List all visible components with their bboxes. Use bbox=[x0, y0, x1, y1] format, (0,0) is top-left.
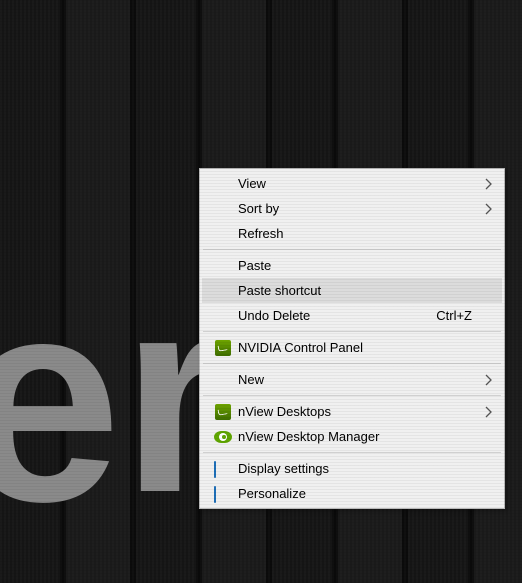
desktop-background[interactable]: e r View Sort by Refresh Paste Paste shortcu… bbox=[0, 0, 522, 583]
menu-item-nview-desktops[interactable]: nView Desktops bbox=[202, 399, 502, 424]
chevron-right-icon bbox=[484, 178, 492, 190]
nvidia-eye-icon bbox=[214, 431, 232, 443]
menu-item-label: Display settings bbox=[238, 461, 472, 476]
menu-item-label: New bbox=[238, 372, 472, 387]
menu-item-icon-slot bbox=[208, 487, 238, 501]
menu-item-paste[interactable]: Paste bbox=[202, 253, 502, 278]
menu-item-label: Personalize bbox=[238, 486, 472, 501]
menu-item-label: nView Desktop Manager bbox=[238, 429, 472, 444]
menu-item-display-settings[interactable]: Display settings bbox=[202, 456, 502, 481]
menu-item-label: nView Desktops bbox=[238, 404, 472, 419]
menu-item-icon-slot bbox=[208, 404, 238, 420]
menu-item-refresh[interactable]: Refresh bbox=[202, 221, 502, 246]
menu-item-label: Undo Delete bbox=[238, 308, 426, 323]
nvidia-icon bbox=[215, 404, 231, 420]
menu-item-label: Sort by bbox=[238, 201, 472, 216]
desktop-context-menu: View Sort by Refresh Paste Paste shortcut Und… bbox=[199, 168, 505, 509]
wallpaper-text: e r bbox=[0, 255, 220, 545]
menu-item-shortcut: Ctrl+Z bbox=[436, 308, 472, 323]
wallpaper-glyph-r: r bbox=[121, 255, 220, 545]
menu-item-nview-desktop-mgr[interactable]: nView Desktop Manager bbox=[202, 424, 502, 449]
menu-item-label: View bbox=[238, 176, 472, 191]
menu-separator bbox=[203, 363, 501, 364]
menu-item-icon-slot bbox=[208, 431, 238, 443]
menu-item-view[interactable]: View bbox=[202, 171, 502, 196]
menu-item-label: NVIDIA Control Panel bbox=[238, 340, 472, 355]
menu-item-undo-delete[interactable]: Undo Delete Ctrl+Z bbox=[202, 303, 502, 328]
menu-separator bbox=[203, 452, 501, 453]
wallpaper-glyph-e: e bbox=[0, 255, 111, 545]
menu-item-new[interactable]: New bbox=[202, 367, 502, 392]
chevron-right-icon bbox=[484, 406, 492, 418]
personalize-icon bbox=[214, 487, 232, 501]
nvidia-icon bbox=[215, 340, 231, 356]
menu-separator bbox=[203, 331, 501, 332]
chevron-right-icon bbox=[484, 374, 492, 386]
menu-separator bbox=[203, 249, 501, 250]
menu-item-label: Paste bbox=[238, 258, 472, 273]
menu-item-icon-slot bbox=[208, 462, 238, 476]
menu-item-personalize[interactable]: Personalize bbox=[202, 481, 502, 506]
menu-item-paste-shortcut[interactable]: Paste shortcut bbox=[202, 278, 502, 303]
menu-item-label: Refresh bbox=[238, 226, 472, 241]
menu-item-icon-slot bbox=[208, 340, 238, 356]
menu-item-sort-by[interactable]: Sort by bbox=[202, 196, 502, 221]
chevron-right-icon bbox=[484, 203, 492, 215]
menu-item-label: Paste shortcut bbox=[238, 283, 472, 298]
monitor-icon bbox=[214, 462, 232, 476]
menu-item-nvidia-cp[interactable]: NVIDIA Control Panel bbox=[202, 335, 502, 360]
menu-separator bbox=[203, 395, 501, 396]
